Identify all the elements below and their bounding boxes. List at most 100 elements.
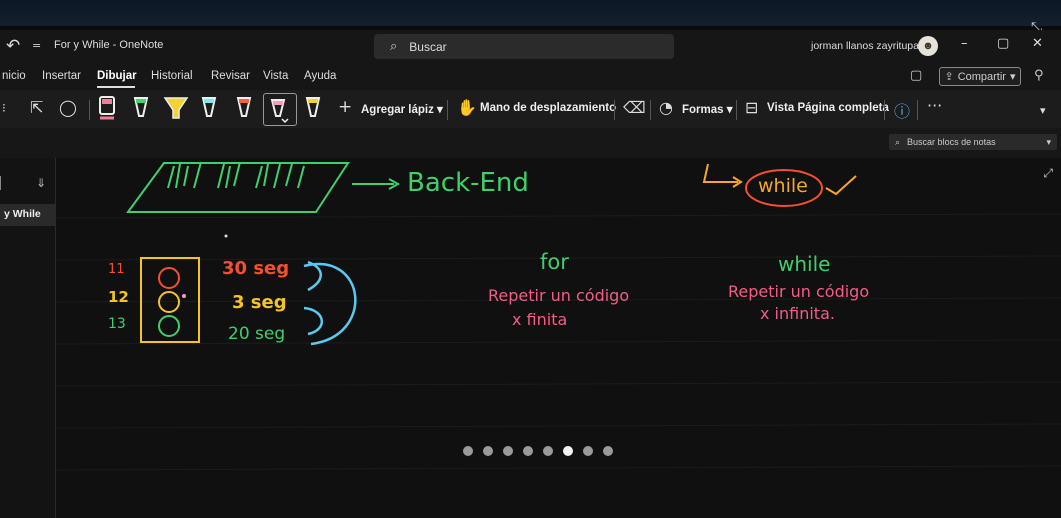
ribbon-separator bbox=[650, 100, 651, 120]
close-icon[interactable]: ✕ bbox=[1032, 36, 1043, 51]
time-green: 20 seg bbox=[228, 324, 286, 344]
carousel-dot[interactable] bbox=[503, 446, 513, 456]
notebook-search-placeholder: Buscar blocs de notas bbox=[907, 137, 996, 147]
traffic-light bbox=[140, 257, 200, 343]
ribbon-separator bbox=[884, 100, 885, 120]
search-icon: ⌕ bbox=[895, 136, 901, 147]
minimize-icon[interactable]: – bbox=[961, 36, 968, 51]
carousel-dot[interactable] bbox=[523, 446, 533, 456]
carousel-dot[interactable] bbox=[563, 446, 573, 456]
pen-3[interactable] bbox=[201, 97, 217, 117]
lasso-tool-icon[interactable]: ◯ bbox=[59, 98, 77, 117]
sort-icon[interactable]: ⇓ bbox=[36, 176, 46, 190]
pen-4[interactable] bbox=[236, 97, 252, 117]
ribbon-separator bbox=[447, 100, 448, 120]
menu-historial[interactable]: Historial bbox=[151, 70, 193, 82]
chevron-down-icon: ▾ bbox=[1009, 71, 1016, 83]
add-pencil-button[interactable]: Agregar lápiz ▾ bbox=[361, 102, 443, 116]
highlighter-1[interactable] bbox=[163, 97, 189, 119]
chevron-down-icon: ▾ bbox=[1046, 136, 1051, 147]
search-placeholder: Buscar bbox=[409, 39, 447, 54]
carousel-dot[interactable] bbox=[603, 446, 613, 456]
backend-text: Back-End bbox=[407, 168, 529, 198]
page-list-sidebar: ⇓ y While bbox=[0, 158, 56, 518]
backend-parallelogram bbox=[126, 161, 350, 213]
time-red: 30 seg bbox=[222, 258, 290, 279]
menu-bar: nicio Insertar Dibujar Historial Revisar… bbox=[0, 62, 1061, 90]
loop-arrows bbox=[303, 260, 357, 346]
while-description-line1: Repetir un código bbox=[728, 282, 870, 301]
time-yellow: 3 seg bbox=[232, 292, 287, 313]
pen-1[interactable] bbox=[99, 96, 115, 120]
full-page-view-button[interactable]: Vista Página completa bbox=[767, 102, 889, 114]
avatar[interactable]: ☻ bbox=[918, 36, 938, 56]
pen-2[interactable] bbox=[133, 97, 149, 117]
carousel-dot[interactable] bbox=[483, 446, 493, 456]
ink-dot bbox=[224, 234, 228, 238]
notebook-bar: ⌕ Buscar blocs de notas ▾ bbox=[0, 128, 1061, 158]
row-number-11: 11 bbox=[108, 262, 125, 277]
shapes-icon: ◔ bbox=[659, 98, 673, 117]
maximize-icon[interactable]: ▢ bbox=[997, 36, 1009, 51]
shapes-label: Formas bbox=[682, 104, 724, 116]
help-icon[interactable]: ⓘ bbox=[894, 98, 910, 122]
page-view-icon: ⊟ bbox=[745, 98, 759, 117]
carousel-dots[interactable] bbox=[463, 446, 613, 456]
ribbon-separator bbox=[917, 100, 918, 120]
collapse-ribbon-icon[interactable]: ▾ bbox=[1040, 104, 1046, 117]
row-number-12: 12 bbox=[108, 288, 129, 306]
hand-icon: ✋ bbox=[457, 98, 477, 117]
select-tool-icon[interactable]: ⇱ bbox=[30, 98, 43, 117]
notebook-icon[interactable]: ▢ bbox=[910, 68, 922, 83]
window-title: For y While - OneNote bbox=[54, 39, 164, 51]
pan-tool-button[interactable]: Mano de desplazamiento bbox=[480, 102, 616, 114]
quick-access-icon[interactable]: = bbox=[32, 39, 41, 52]
for-description-line1: Repetir un código bbox=[488, 286, 630, 305]
ribbon-separator bbox=[614, 100, 615, 120]
menu-inicio[interactable]: nicio bbox=[2, 70, 26, 82]
top-strip bbox=[0, 0, 1061, 26]
while-description-line2: x infinita. bbox=[760, 304, 835, 323]
pen-6[interactable] bbox=[305, 97, 321, 117]
note-canvas[interactable]: ⤢ Back-End while 11 12 13 30 seg 3 seg 2… bbox=[56, 158, 1061, 518]
share-icon: ⇪ bbox=[944, 71, 954, 83]
while-heading: while bbox=[778, 252, 831, 276]
menu-vista[interactable]: Vista bbox=[263, 70, 288, 82]
row-number-13: 13 bbox=[108, 316, 126, 332]
carousel-dot[interactable] bbox=[583, 446, 593, 456]
search-icon: ⌕ bbox=[390, 39, 398, 54]
menu-revisar[interactable]: Revisar bbox=[211, 70, 250, 82]
sidebar-divider bbox=[0, 176, 4, 190]
undo-icon[interactable]: ↶ bbox=[6, 36, 20, 56]
for-heading: for bbox=[540, 250, 569, 274]
add-pencil-label: Agregar lápiz bbox=[361, 104, 434, 116]
feedback-icon[interactable]: ⚲ bbox=[1034, 68, 1044, 83]
share-label: Compartir bbox=[957, 70, 1006, 83]
carousel-dot[interactable] bbox=[543, 446, 553, 456]
user-name[interactable]: jorman llanos zayritupac bbox=[811, 40, 924, 52]
active-tab-indicator bbox=[97, 86, 135, 88]
shapes-button[interactable]: Formas ▾ bbox=[682, 102, 733, 116]
while-circled-text: while bbox=[758, 175, 808, 197]
menu-dibujar[interactable]: Dibujar bbox=[97, 70, 137, 82]
arrow-to-while bbox=[702, 163, 738, 183]
selected-pen-frame bbox=[263, 93, 297, 126]
menu-ayuda[interactable]: Ayuda bbox=[304, 70, 336, 82]
search-input[interactable]: ⌕ Buscar bbox=[374, 34, 674, 59]
carousel-dot[interactable] bbox=[463, 446, 473, 456]
eraser-icon[interactable]: ⌫ bbox=[623, 98, 646, 117]
draw-ribbon: ⁝ ⇱ ◯ + Agregar lápiz ▾ ✋ Mano de despla… bbox=[0, 90, 1061, 128]
page-item-for-y-while[interactable]: y While bbox=[0, 204, 56, 226]
for-description-line2: x finita bbox=[512, 310, 568, 329]
ribbon-separator bbox=[89, 100, 90, 120]
menu-insertar[interactable]: Insertar bbox=[42, 70, 81, 82]
add-icon: + bbox=[338, 97, 353, 117]
title-bar: ↶ = For y While - OneNote ⌕ Buscar jorma… bbox=[0, 30, 1061, 62]
check-mark bbox=[825, 175, 857, 196]
ribbon-left-edge-icon: ⁝ bbox=[2, 101, 6, 115]
pen-palette bbox=[99, 96, 321, 124]
notebook-search-input[interactable]: ⌕ Buscar blocs de notas ▾ bbox=[889, 134, 1057, 150]
more-options-button[interactable]: ··· bbox=[927, 96, 942, 115]
share-button[interactable]: ⇪ Compartir ▾ bbox=[939, 67, 1021, 86]
ribbon-separator bbox=[736, 100, 737, 120]
